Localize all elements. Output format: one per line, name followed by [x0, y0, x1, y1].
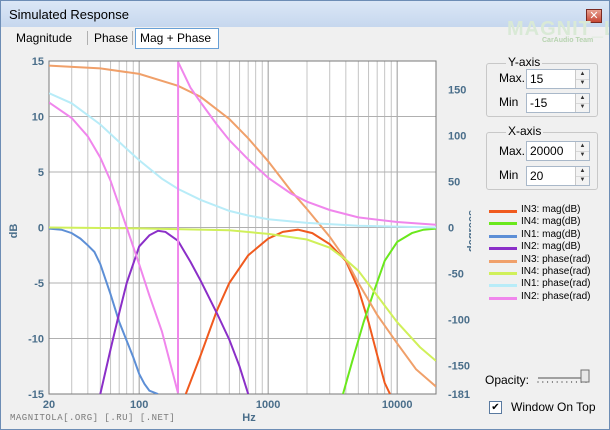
y-max-spinner: ▲ ▼ — [575, 70, 589, 88]
y-tick-label: -10 — [28, 334, 44, 346]
y-tick-label: 10 — [32, 112, 44, 124]
opacity-label: Opacity: — [485, 373, 530, 387]
legend-swatch — [489, 272, 517, 275]
x-axis-label: Hz — [242, 412, 256, 424]
y2-tick-label: -181 — [448, 389, 470, 401]
legend-item: IN3: phase(rad) — [489, 254, 604, 267]
legend-item: IN2: phase(rad) — [489, 291, 604, 304]
legend-label: IN1: mag(dB) — [521, 228, 581, 240]
brand-logo-subtitle: CarAudio Team — [542, 37, 594, 44]
legend-swatch — [489, 222, 517, 226]
y-min-label: Min — [499, 95, 519, 109]
tab-magnitude[interactable]: Magnitude — [9, 28, 89, 49]
y-axis-label: dB — [8, 224, 20, 239]
y2-tick-label: 0 — [448, 223, 454, 235]
y-tick-label: 5 — [38, 167, 44, 179]
legend-swatch — [489, 210, 517, 213]
tab-separator — [132, 31, 133, 45]
x-min-label: Min — [499, 168, 519, 182]
x-tick-label: 100 — [130, 399, 148, 411]
chart-svg: 20 100 1000 10000151050-5-10-15150100500-50… — [1, 49, 478, 429]
legend-item: IN1: mag(dB) — [489, 229, 604, 242]
x-max-label: Max. — [499, 144, 526, 158]
tab-mag-phase[interactable]: Mag + Phase — [135, 28, 219, 49]
response-chart[interactable]: 20 100 1000 10000 15 10 5 0 -5 -10 -15 150 100 50 0 -50… — [1, 49, 478, 429]
legend-label: IN3: mag(dB) — [521, 204, 581, 215]
legend-label: IN4: phase(rad) — [521, 266, 591, 277]
y2-tick-label: -150 — [448, 360, 470, 372]
y-min-value: -15 — [530, 96, 548, 110]
legend-swatch — [489, 234, 517, 238]
x-tick-label: 10000 — [382, 399, 413, 411]
x-max-spinner: ▲ ▼ — [575, 142, 589, 160]
chevron-down-icon[interactable]: ▼ — [576, 151, 589, 160]
y-tick-label: 15 — [32, 56, 44, 68]
window-on-top-checkbox[interactable]: ✔ — [489, 401, 502, 414]
tab-phase[interactable]: Phase — [91, 28, 133, 49]
y-max-value: 15 — [530, 72, 544, 86]
window-on-top-label: Window On Top — [511, 400, 596, 414]
y-max-input[interactable]: 15 ▲ ▼ — [526, 69, 590, 89]
legend-item: IN4: mag(dB) — [489, 216, 604, 229]
y2-tick-label: -100 — [448, 314, 470, 326]
y2-tick-label: 150 — [448, 85, 466, 97]
legend-label: IN1: phase(rad) — [521, 278, 591, 290]
x-max-input[interactable]: 20000 ▲ ▼ — [526, 141, 590, 161]
x-min-spinner: ▲ ▼ — [575, 167, 589, 185]
y2-tick-label: 50 — [448, 177, 460, 189]
window-title: Simulated Response — [9, 7, 129, 22]
y-min-spinner: ▲ ▼ — [575, 94, 589, 112]
x-tick-label: 1000 — [256, 399, 280, 411]
x-max-value: 20000 — [530, 144, 564, 158]
y-max-label: Max. — [499, 71, 526, 85]
legend-item: IN1: phase(rad) — [489, 278, 604, 291]
legend-swatch — [489, 259, 517, 263]
x-min-input[interactable]: 20 ▲ ▼ — [526, 166, 590, 186]
y2-axis-label: degrees — [466, 210, 471, 252]
y-tick-label: -15 — [28, 389, 44, 401]
y2-tick-label: -50 — [448, 268, 464, 280]
opacity-slider[interactable] — [536, 369, 591, 383]
legend-swatch — [489, 284, 517, 288]
y-tick-label: -5 — [34, 278, 44, 290]
x-min-value: 20 — [530, 169, 544, 183]
legend-item: IN2: mag(dB) — [489, 241, 604, 254]
legend-label: IN4: mag(dB) — [521, 216, 581, 228]
y-axis-group-title: Y-axis — [506, 55, 543, 69]
checkmark-icon: ✔ — [491, 402, 500, 413]
legend-item: IN3: mag(dB) — [489, 204, 604, 217]
app-window: Simulated Response ✕ MAGNIT_LA CarAudio … — [0, 0, 610, 430]
y-min-input[interactable]: -15 ▲ ▼ — [526, 93, 590, 113]
x-axis-group-title: X-axis — [506, 124, 544, 138]
x-tick-label: 20 — [43, 399, 55, 411]
chevron-down-icon[interactable]: ▼ — [576, 176, 589, 185]
tab-separator — [87, 31, 88, 45]
legend-item: IN4: phase(rad) — [489, 266, 604, 279]
opacity-slider-thumb[interactable] — [580, 369, 590, 383]
footer-text: MAGNITOLA[.ORG] [.RU] [.NET] — [10, 413, 176, 423]
legend-label: IN2: phase(rad) — [521, 290, 591, 302]
legend-label: IN2: mag(dB) — [521, 241, 581, 253]
chevron-down-icon[interactable]: ▼ — [576, 103, 589, 112]
y2-tick-label: 100 — [448, 131, 466, 143]
chevron-down-icon[interactable]: ▼ — [576, 79, 589, 88]
legend-swatch — [489, 247, 517, 251]
legend-swatch — [489, 296, 517, 300]
y-tick-label: 0 — [38, 223, 44, 235]
legend-label: IN3: phase(rad) — [521, 253, 591, 265]
